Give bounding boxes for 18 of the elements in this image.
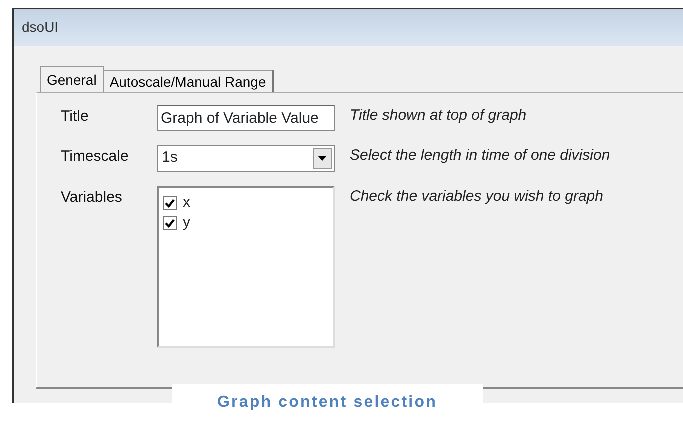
field-label: Variables	[61, 188, 124, 208]
text-field[interactable]: Graph of Variable Value	[157, 105, 335, 131]
checkbox-label: x	[183, 193, 190, 213]
dropdown-button[interactable]	[313, 148, 332, 169]
field-label: Title	[61, 107, 90, 127]
field-label: Timescale	[61, 147, 130, 167]
checkbox[interactable]	[163, 216, 177, 230]
tab[interactable]: General	[40, 66, 104, 92]
caret-icon	[318, 156, 327, 161]
dropdown-field[interactable]: 1s	[157, 145, 335, 172]
hint-text: Title shown at top of graph	[350, 106, 527, 126]
hint-text: Check the variables you wish to graph	[350, 187, 604, 207]
checkbox-label: y	[183, 213, 190, 233]
figure-caption: Graph content selection	[218, 393, 438, 413]
hint-text: Select the length in time of one division	[350, 146, 610, 166]
checkbox[interactable]	[163, 196, 177, 210]
tab[interactable]: Autoscale/Manual Range	[102, 70, 274, 92]
window-title: dsoUI	[22, 18, 59, 37]
